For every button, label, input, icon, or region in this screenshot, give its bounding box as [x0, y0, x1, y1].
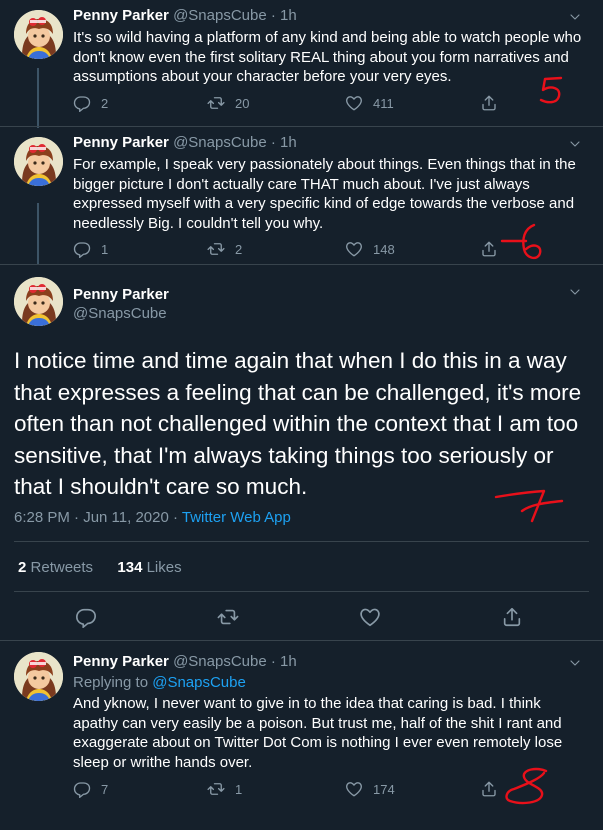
like-icon — [345, 780, 363, 798]
separator: · — [266, 653, 281, 670]
retweet-count: 20 — [235, 95, 250, 111]
annotation-number-8 — [505, 767, 548, 805]
like-icon[interactable] — [359, 606, 381, 628]
tweet-text: I notice time and time again that when I… — [14, 348, 582, 499]
divider — [14, 591, 589, 592]
avatar[interactable] — [14, 652, 63, 701]
tweet-stats: 2 Retweets 134 Likes — [18, 559, 182, 576]
likes-stat[interactable]: 134 Likes — [117, 559, 181, 576]
share-icon — [480, 780, 498, 798]
share-button[interactable] — [480, 240, 498, 258]
tweet-text: It's so wild having a platform of any ki… — [73, 29, 582, 86]
focused-actions — [0, 606, 603, 630]
retweets-stat[interactable]: 2 Retweets — [18, 559, 93, 576]
retweet-icon — [207, 780, 225, 798]
annotation-number-6 — [500, 223, 542, 260]
author-handle[interactable]: @SnapsCube — [173, 134, 267, 151]
retweets-label: Retweets — [30, 559, 94, 576]
divider — [14, 541, 589, 542]
reply-icon[interactable] — [75, 606, 97, 628]
tweet-time[interactable]: 1h — [280, 134, 297, 151]
tweet-meta: 6:28 PM · Jun 11, 2020 · Twitter Web App — [14, 509, 291, 526]
share-button[interactable] — [480, 94, 498, 112]
chevron-down-icon[interactable] — [569, 138, 581, 150]
chevron-down-icon[interactable] — [569, 286, 581, 298]
reply-icon — [73, 240, 91, 258]
author-handle[interactable]: @SnapsCube — [173, 7, 267, 24]
reply-button[interactable]: 1 — [73, 240, 108, 258]
tweet-time[interactable]: 1h — [280, 7, 297, 24]
chevron-down-icon[interactable] — [569, 657, 581, 669]
reply-button[interactable]: 2 — [73, 94, 108, 112]
source-link[interactable]: Twitter Web App — [182, 509, 291, 526]
retweet-button[interactable]: 20 — [207, 94, 249, 112]
replying-to: Replying to @SnapsCube — [73, 674, 246, 691]
reply-count: 1 — [101, 241, 109, 257]
separator: · — [266, 134, 281, 151]
like-count: 148 — [373, 241, 395, 257]
retweet-icon — [207, 94, 225, 112]
replying-to-label: Replying to — [73, 674, 153, 691]
reply-count: 2 — [101, 95, 109, 111]
avatar[interactable] — [14, 10, 63, 59]
tweet-actions: 2 20 411 — [73, 94, 513, 114]
reply-icon — [73, 780, 91, 798]
retweet-button[interactable]: 1 — [207, 780, 242, 798]
tweet-actions: 1 2 148 — [73, 240, 513, 260]
tweet-1[interactable]: Penny Parker @SnapsCube · 1h It's so wil… — [0, 0, 603, 126]
author-name[interactable]: Penny Parker — [73, 134, 169, 151]
like-button[interactable]: 174 — [345, 780, 395, 798]
reply-count: 7 — [101, 781, 109, 797]
tweet-text: And yknow, I never want to give in to th… — [73, 695, 563, 771]
annotation-number-5 — [539, 76, 563, 104]
author-name[interactable]: Penny Parker — [73, 286, 169, 303]
like-button[interactable]: 148 — [345, 240, 395, 258]
share-icon — [480, 240, 498, 258]
replying-to-handle[interactable]: @SnapsCube — [152, 674, 246, 691]
retweet-count: 2 — [18, 559, 27, 576]
reply-tweet[interactable]: Penny Parker @SnapsCube · 1h Replying to… — [0, 641, 603, 830]
like-button[interactable]: 411 — [345, 94, 394, 112]
share-button[interactable] — [480, 780, 498, 798]
annotation-number-7 — [494, 489, 564, 523]
chevron-down-icon[interactable] — [569, 11, 581, 23]
retweet-icon — [207, 240, 225, 258]
tweet-header: Penny Parker @SnapsCube · 1h — [73, 134, 297, 151]
like-count: 134 — [117, 559, 143, 576]
avatar[interactable] — [14, 137, 63, 186]
like-icon — [345, 240, 363, 258]
like-count: 411 — [373, 95, 394, 111]
retweet-count: 2 — [235, 241, 243, 257]
tweet-time[interactable]: 1h — [280, 653, 297, 670]
tweet-actions: 7 1 174 — [73, 780, 513, 800]
author-handle[interactable]: @SnapsCube — [73, 305, 167, 322]
retweet-button[interactable]: 2 — [207, 240, 242, 258]
separator: · — [266, 7, 281, 24]
like-icon — [345, 94, 363, 112]
share-icon — [480, 94, 498, 112]
tweet-header: Penny Parker @SnapsCube · 1h — [73, 7, 297, 24]
author-name[interactable]: Penny Parker — [73, 7, 169, 24]
tweet-2[interactable]: Penny Parker @SnapsCube · 1h For example… — [0, 127, 603, 264]
likes-label: Likes — [146, 559, 182, 576]
reply-icon — [73, 94, 91, 112]
author-name[interactable]: Penny Parker — [73, 653, 169, 670]
retweet-count: 1 — [235, 781, 243, 797]
share-icon[interactable] — [501, 606, 523, 628]
reply-button[interactable]: 7 — [73, 780, 108, 798]
avatar[interactable] — [14, 277, 63, 326]
like-count: 174 — [373, 781, 395, 797]
focused-tweet[interactable]: Penny Parker @SnapsCube I notice time an… — [0, 265, 603, 640]
retweet-icon[interactable] — [217, 606, 239, 628]
tweet-header: Penny Parker @SnapsCube · 1h — [73, 653, 297, 670]
author-handle[interactable]: @SnapsCube — [173, 653, 267, 670]
tweet-timestamp[interactable]: 6:28 PM · Jun 11, 2020 · — [14, 509, 182, 526]
